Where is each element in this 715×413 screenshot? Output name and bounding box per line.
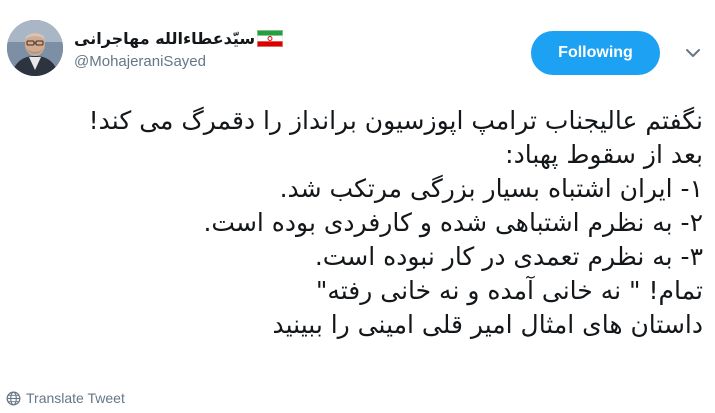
translate-tweet-link[interactable]: Translate Tweet [6, 390, 125, 406]
avatar[interactable] [7, 20, 63, 76]
tweet-line: داستان های امثال امیر قلی امینی را ببینی… [272, 310, 703, 339]
iran-flag-icon [257, 29, 284, 47]
author-handle[interactable]: @MohajeraniSayed [74, 53, 334, 70]
following-button[interactable]: Following [531, 31, 660, 75]
tweet-line: ۲- به نظرم اشتباهی شده و کارفردی بوده اس… [203, 208, 703, 237]
tweet-line: تمام! " نه خانی آمده و نه خانی رفته" [315, 276, 703, 305]
author-names: سیّدعطاءالله مهاجرانی @MohajeraniSayed [74, 26, 334, 70]
globe-icon [6, 391, 21, 406]
display-name[interactable]: سیّدعطاءالله مهاجرانی [74, 29, 255, 48]
translate-tweet-label[interactable]: Translate Tweet [26, 390, 125, 406]
tweet-line: ۳- به نظرم تعمدی در کار نبوده است. [314, 242, 703, 271]
tweet-line: بعد از سقوط پهباد: [505, 140, 703, 169]
tweet-line: نگفتم عالیجناب ترامپ اپوزسیون برانداز را… [88, 106, 703, 135]
tweet-card: سیّدعطاءالله مهاجرانی @MohajeraniSayed F… [0, 0, 715, 413]
chevron-down-icon[interactable] [684, 44, 702, 62]
display-name-row[interactable]: سیّدعطاءالله مهاجرانی [74, 26, 334, 50]
tweet-line: ۱- ایران اشتباه بسیار بزرگی مرتکب شد. [279, 174, 703, 203]
tweet-text: نگفتم عالیجناب ترامپ اپوزسیون برانداز را… [13, 104, 703, 342]
